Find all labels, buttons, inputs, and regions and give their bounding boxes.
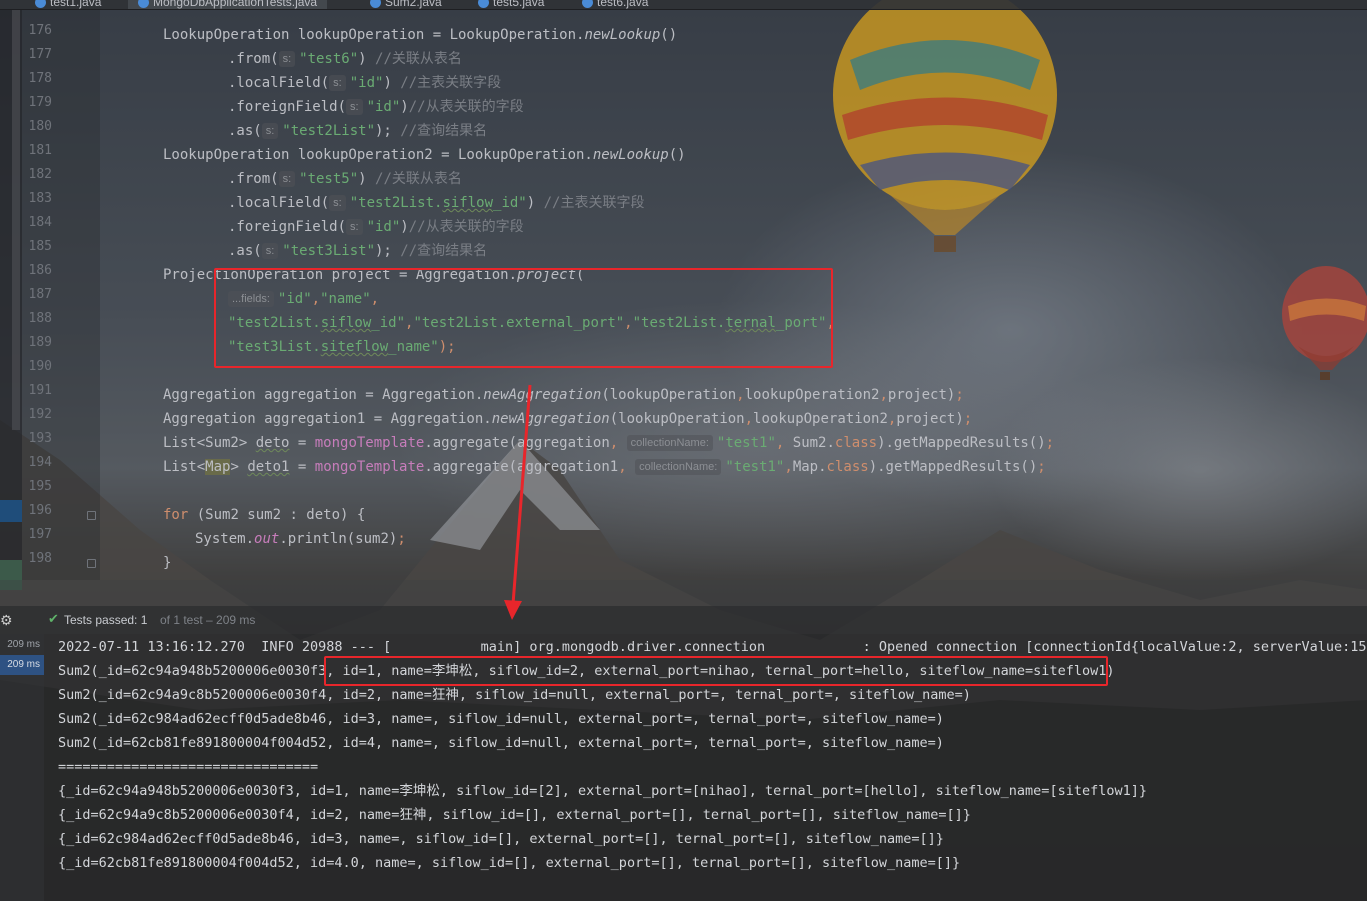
code-line-176: LookupOperation lookupOperation = Lookup…: [163, 27, 678, 43]
code-line-194: List<Map> deto1 = mongoTemplate.aggregat…: [163, 459, 1046, 475]
console-line: {_id=62c94a9c8b5200006e0030f4, id=2, nam…: [58, 807, 971, 823]
editor-tab-bar: test1.java MongoDbApplicationTests.java …: [0, 0, 1367, 10]
line-number: 197: [28, 527, 52, 542]
line-number: 196: [28, 503, 52, 518]
line-number: 190: [28, 359, 52, 374]
console-line: Sum2(_id=62cb81fe891800004f004d52, id=4,…: [58, 735, 944, 751]
line-number: 178: [28, 71, 52, 86]
code-line-196: for (Sum2 sum2 : deto) {: [163, 507, 366, 523]
check-icon: ✔: [48, 611, 59, 626]
param-hint: s:: [261, 123, 279, 139]
tests-passed-label: Tests passed: 1: [64, 613, 148, 627]
line-number: 189: [28, 335, 52, 350]
code-line-191: Aggregation aggregation = Aggregation.ne…: [163, 387, 964, 403]
line-number: 194: [28, 455, 52, 470]
highlight-box-result: [324, 656, 1108, 686]
structure-scrollbar[interactable]: [12, 10, 20, 430]
line-number: 184: [28, 215, 52, 230]
code-line-197: System.out.println(sum2);: [195, 531, 406, 547]
param-hint: s:: [329, 75, 346, 91]
code-line-185: .as(s: "test3List"); //查询结果名: [228, 243, 488, 259]
param-hint: s:: [278, 51, 296, 67]
fold-toggle-icon[interactable]: [87, 559, 96, 568]
tab-test6[interactable]: test6.java: [572, 0, 658, 9]
line-number: 191: [28, 383, 52, 398]
test-duration-selected[interactable]: 209 ms: [0, 655, 44, 675]
code-line-178: .localField(s: "id") //主表关联字段: [228, 75, 502, 91]
line-number: 179: [28, 95, 52, 110]
param-hint: collectionName:: [626, 435, 713, 451]
tab-test5[interactable]: test5.java: [468, 0, 554, 9]
fold-toggle-icon[interactable]: [87, 511, 96, 520]
line-number: 188: [28, 311, 52, 326]
java-class-icon: [138, 0, 149, 8]
code-line-181: LookupOperation lookupOperation2 = Looku…: [163, 147, 686, 163]
line-number: 187: [28, 287, 52, 302]
tab-sum2[interactable]: Sum2.java: [360, 0, 452, 9]
test-duration[interactable]: 209 ms: [0, 635, 44, 655]
line-number: 176: [28, 23, 52, 38]
tab-mongodb-application-tests[interactable]: MongoDbApplicationTests.java: [128, 0, 328, 9]
console-line: {_id=62c984ad62ecff0d5ade8b46, id=3, nam…: [58, 831, 944, 847]
code-line-192: Aggregation aggregation1 = Aggregation.n…: [163, 411, 973, 427]
code-line-198: }: [163, 555, 172, 571]
line-number: 192: [28, 407, 52, 422]
param-hint: s:: [278, 171, 296, 187]
line-number: 198: [28, 551, 52, 566]
hot-air-balloon-large: [833, 0, 1057, 252]
java-class-icon: [35, 0, 46, 8]
java-class-icon: [478, 0, 489, 8]
code-line-177: .from(s: "test6") //关联从表名: [228, 51, 462, 67]
line-number: 195: [28, 479, 52, 494]
line-number: 185: [28, 239, 52, 254]
java-class-icon: [582, 0, 593, 8]
tests-detail: of 1 test – 209 ms: [160, 613, 256, 627]
tab-test1[interactable]: test1.java: [25, 0, 111, 9]
code-line-184: .foreignField(s: "id")//从表关联的字段: [228, 219, 524, 235]
panel-divider[interactable]: [0, 580, 1367, 606]
tool-window-strip: [0, 10, 22, 590]
console-line: {_id=62c94a948b5200006e0030f3, id=1, nam…: [58, 783, 1147, 799]
hot-air-balloon-small: [1282, 266, 1367, 380]
highlight-box-projection: [214, 268, 833, 368]
line-number: 182: [28, 167, 52, 182]
selected-tool-marker: [0, 500, 22, 522]
code-line-193: List<Sum2> deto = mongoTemplate.aggregat…: [163, 435, 1055, 451]
param-hint: s:: [329, 195, 346, 211]
line-number: 177: [28, 47, 52, 62]
console-line: {_id=62cb81fe891800004f004d52, id=4.0, n…: [58, 855, 961, 871]
code-line-180: .as(s: "test2List"); //查询结果名: [228, 123, 488, 139]
console-line: ================================: [58, 759, 319, 775]
line-number: 180: [28, 119, 52, 134]
code-line-182: .from(s: "test5") //关联从表名: [228, 171, 462, 187]
param-hint: s:: [261, 243, 279, 259]
line-number: 193: [28, 431, 52, 446]
param-hint: collectionName:: [635, 459, 722, 475]
param-hint: s:: [346, 99, 363, 115]
line-number: 183: [28, 191, 52, 206]
code-line-179: .foreignField(s: "id")//从表关联的字段: [228, 99, 524, 115]
java-class-icon: [370, 0, 381, 8]
param-hint: s:: [346, 219, 363, 235]
code-line-183: .localField(s: "test2List.siflow_id") //主…: [228, 195, 645, 211]
console-line: Sum2(_id=62c94a9c8b5200006e0030f4, id=2,…: [58, 687, 971, 703]
gear-icon[interactable]: ⚙: [0, 612, 13, 629]
line-number: 186: [28, 263, 52, 278]
line-number: 181: [28, 143, 52, 158]
test-results-header: ⚙ ✔ Tests passed: 1 of 1 test – 209 ms: [0, 606, 1367, 634]
console-line: Sum2(_id=62c984ad62ecff0d5ade8b46, id=3,…: [58, 711, 944, 727]
